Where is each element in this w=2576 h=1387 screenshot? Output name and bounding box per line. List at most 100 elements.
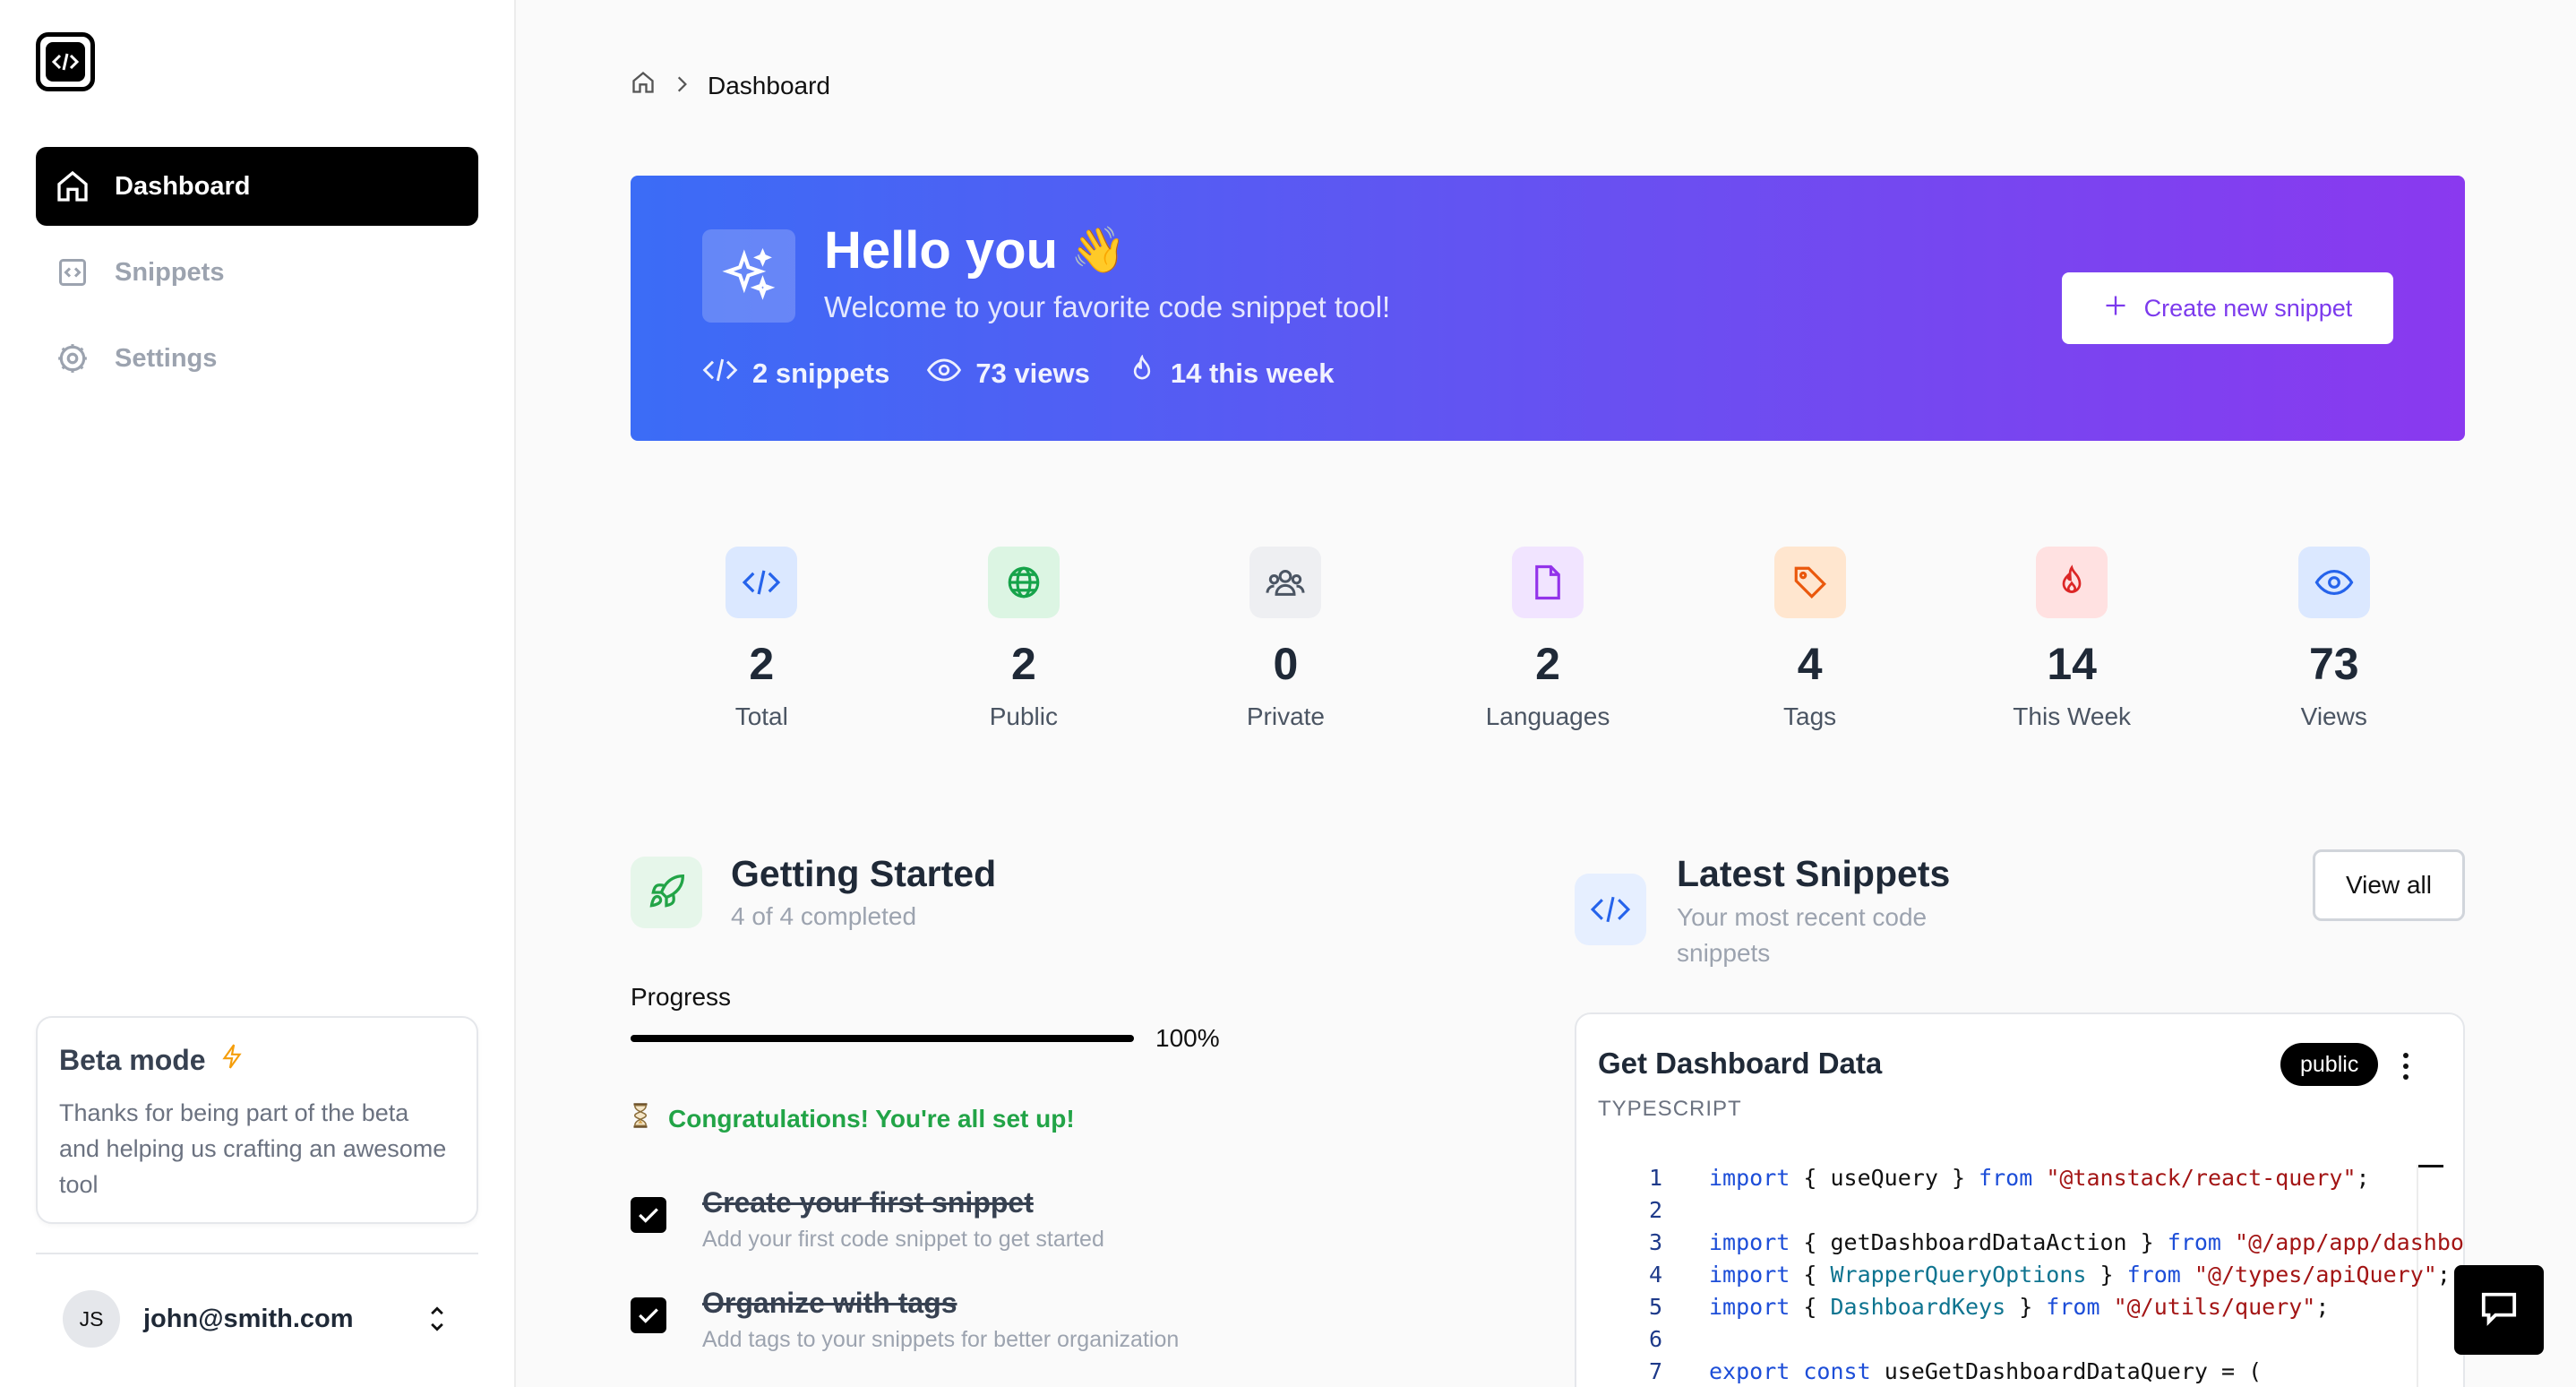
sidebar-item-snippets[interactable]: Snippets xyxy=(36,233,478,312)
sidebar: Dashboard Snippets Settings Beta mode Th… xyxy=(0,0,516,1387)
code-block: 1 import { useQuery } from "@tanstack/rea… xyxy=(1598,1165,2465,1387)
progress-label: Progress xyxy=(631,983,732,1011)
stat-this-week: 14 This Week xyxy=(1941,547,2203,731)
eye-icon xyxy=(927,357,962,391)
code-text: import { getDashboardDataAction } from "… xyxy=(1709,1229,2465,1255)
beta-card: Beta mode Thanks for being part of the b… xyxy=(36,1016,478,1224)
task-checkbox[interactable] xyxy=(631,1197,666,1233)
feedback-chat-button[interactable] xyxy=(2454,1265,2544,1355)
sidebar-item-dashboard[interactable]: Dashboard xyxy=(36,147,478,226)
home-icon[interactable] xyxy=(631,70,656,101)
code-line: 7 export const useGetDashboardDataQuery =… xyxy=(1598,1358,2463,1387)
task-subtitle: Add your first code snippet to get start… xyxy=(702,1227,1104,1252)
sparkles-icon xyxy=(702,229,795,323)
code-line: 3 import { getDashboardDataAction } from … xyxy=(1598,1229,2465,1262)
code-icon xyxy=(702,357,738,391)
stat-label: Private xyxy=(1246,702,1326,730)
code-text: import { DashboardKeys } from "@/utils/q… xyxy=(1709,1294,2330,1320)
home-icon xyxy=(54,168,91,205)
task-title: Create your first snippet xyxy=(702,1186,1034,1219)
stat-label: This Week xyxy=(2013,702,2132,730)
latest-snippets-title: Latest Snippets xyxy=(1677,853,1951,894)
sidebar-item-label: Settings xyxy=(115,343,218,373)
stat-value: 0 xyxy=(1273,639,1299,689)
line-number: 6 xyxy=(1648,1326,1662,1352)
congrats-text: Congratulations! You're all set up! xyxy=(668,1104,1075,1133)
line-number: 3 xyxy=(1648,1229,1662,1255)
snippet-title: Get Dashboard Data xyxy=(1598,1047,1883,1080)
stat-label: Tags xyxy=(1783,702,1837,730)
stat-value: 4 xyxy=(1797,639,1823,689)
file-icon xyxy=(1512,547,1584,618)
code-text: import { WrapperQueryOptions } from "@/t… xyxy=(1709,1262,2451,1288)
line-number: 1 xyxy=(1648,1165,1662,1191)
congrats-message: Congratulations! You're all set up! xyxy=(631,1102,1075,1135)
stat-label: Languages xyxy=(1485,702,1610,730)
code-icon xyxy=(726,547,798,618)
task-item: Create your first snippet Add your first… xyxy=(631,1186,1104,1253)
create-snippet-label: Create new snippet xyxy=(2143,294,2353,322)
hero-title: Hello you xyxy=(824,221,1059,280)
visibility-badge: public xyxy=(2280,1043,2379,1086)
chevron-right-icon xyxy=(674,72,690,100)
flame-icon xyxy=(2036,547,2108,618)
code-line: 5 import { DashboardKeys } from "@/utils/… xyxy=(1598,1294,2463,1326)
code-text: import { useQuery } from "@tanstack/reac… xyxy=(1709,1165,2370,1191)
line-number: 5 xyxy=(1648,1294,1662,1320)
code-line: 1 import { useQuery } from "@tanstack/rea… xyxy=(1598,1165,2463,1197)
stats-row: 2 Total 2 Public 0 Private 2 Languages 4… xyxy=(631,547,2465,731)
stat-value: 14 xyxy=(2047,639,2097,689)
rocket-icon xyxy=(631,857,702,928)
snippet-card[interactable]: Get Dashboard Data TYPESCRIPT public 1 im… xyxy=(1575,1012,2465,1387)
create-snippet-button[interactable]: Create new snippet xyxy=(2062,272,2393,344)
flame-icon xyxy=(1128,354,1156,392)
sidebar-item-settings[interactable]: Settings xyxy=(36,319,478,398)
line-number: 7 xyxy=(1648,1358,1662,1384)
stat-tags: 4 Tags xyxy=(1679,547,1941,731)
view-all-button[interactable]: View all xyxy=(2313,849,2465,921)
progress-bar xyxy=(631,1035,1134,1042)
stat-private: 0 Private xyxy=(1155,547,1417,731)
hero-stats: 2 snippets 73 views 14 this week xyxy=(702,354,1335,392)
breadcrumb-current: Dashboard xyxy=(708,71,830,99)
tag-icon xyxy=(1773,547,1846,618)
chat-icon xyxy=(2478,1289,2520,1331)
hero-stat-views-text: 73 views xyxy=(975,358,1090,389)
beta-title-row: Beta mode xyxy=(59,1043,455,1077)
hero-stat-week-text: 14 this week xyxy=(1170,358,1335,389)
stat-label: Total xyxy=(734,702,788,730)
more-options-icon[interactable] xyxy=(2388,1047,2424,1086)
globe-icon xyxy=(987,547,1060,618)
user-email: john@smith.com xyxy=(143,1304,354,1333)
code-line: 2 xyxy=(1598,1197,2463,1229)
snippet-language: TYPESCRIPT xyxy=(1598,1097,1742,1121)
getting-started-subtitle: 4 of 4 completed xyxy=(731,902,917,930)
user-menu[interactable]: JS john@smith.com xyxy=(36,1287,478,1351)
beta-title: Beta mode xyxy=(59,1043,206,1076)
stat-label: Public xyxy=(989,702,1058,730)
code-icon xyxy=(1575,874,1646,945)
stat-value: 73 xyxy=(2308,639,2359,689)
gear-icon xyxy=(54,340,91,377)
divider xyxy=(36,1253,478,1254)
chevrons-up-down-icon xyxy=(425,1303,450,1340)
task-subtitle: Add tags to your snippets for better org… xyxy=(702,1327,1180,1352)
code-text: export const useGetDashboardDataQuery = … xyxy=(1709,1358,2263,1384)
breadcrumb: Dashboard xyxy=(631,70,830,101)
getting-started-title: Getting Started xyxy=(731,853,997,894)
app-logo[interactable] xyxy=(36,32,95,91)
hero-stat-week: 14 this week xyxy=(1128,354,1335,392)
progress-fill xyxy=(631,1035,1134,1042)
code-line: 6 xyxy=(1598,1326,2463,1358)
task-text: Organize with tags Add tags to your snip… xyxy=(702,1287,1179,1353)
sidebar-nav: Dashboard Snippets Settings xyxy=(36,147,478,405)
task-checkbox[interactable] xyxy=(631,1297,666,1333)
stat-total: 2 Total xyxy=(631,547,893,731)
beta-text: Thanks for being part of the beta and he… xyxy=(59,1099,447,1198)
code-square-icon xyxy=(54,254,91,291)
hero-stat-views: 73 views xyxy=(927,355,1090,392)
task-text: Create your first snippet Add your first… xyxy=(702,1186,1104,1253)
eye-icon xyxy=(2297,547,2370,618)
sidebar-item-label: Snippets xyxy=(115,257,225,287)
hourglass-icon xyxy=(631,1102,650,1135)
